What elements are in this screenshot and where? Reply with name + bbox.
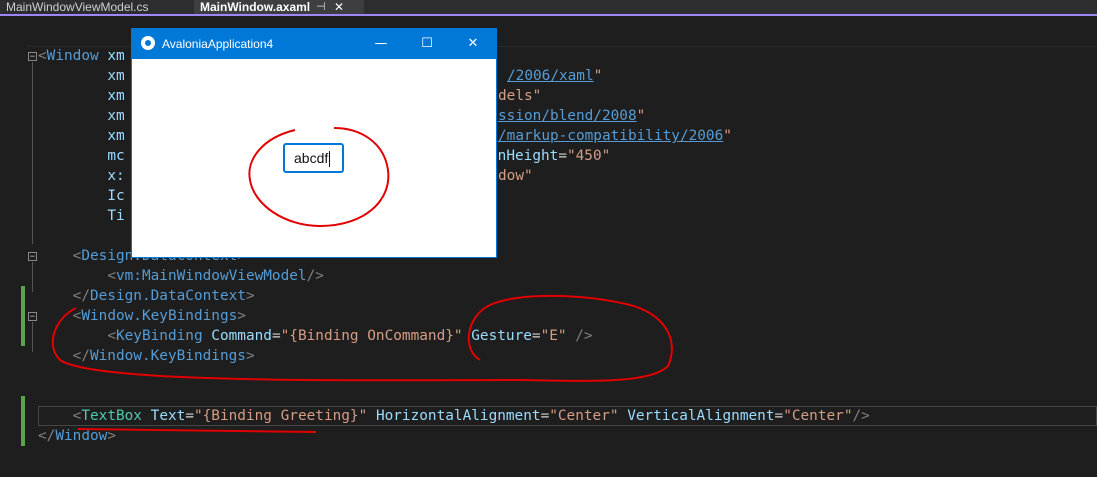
annotation-loop-keybindings	[51, 294, 673, 382]
red-annotation-layer	[51, 127, 673, 433]
annotation-circle-textbox	[248, 127, 390, 228]
annotation-underline-textbox	[77, 428, 317, 433]
